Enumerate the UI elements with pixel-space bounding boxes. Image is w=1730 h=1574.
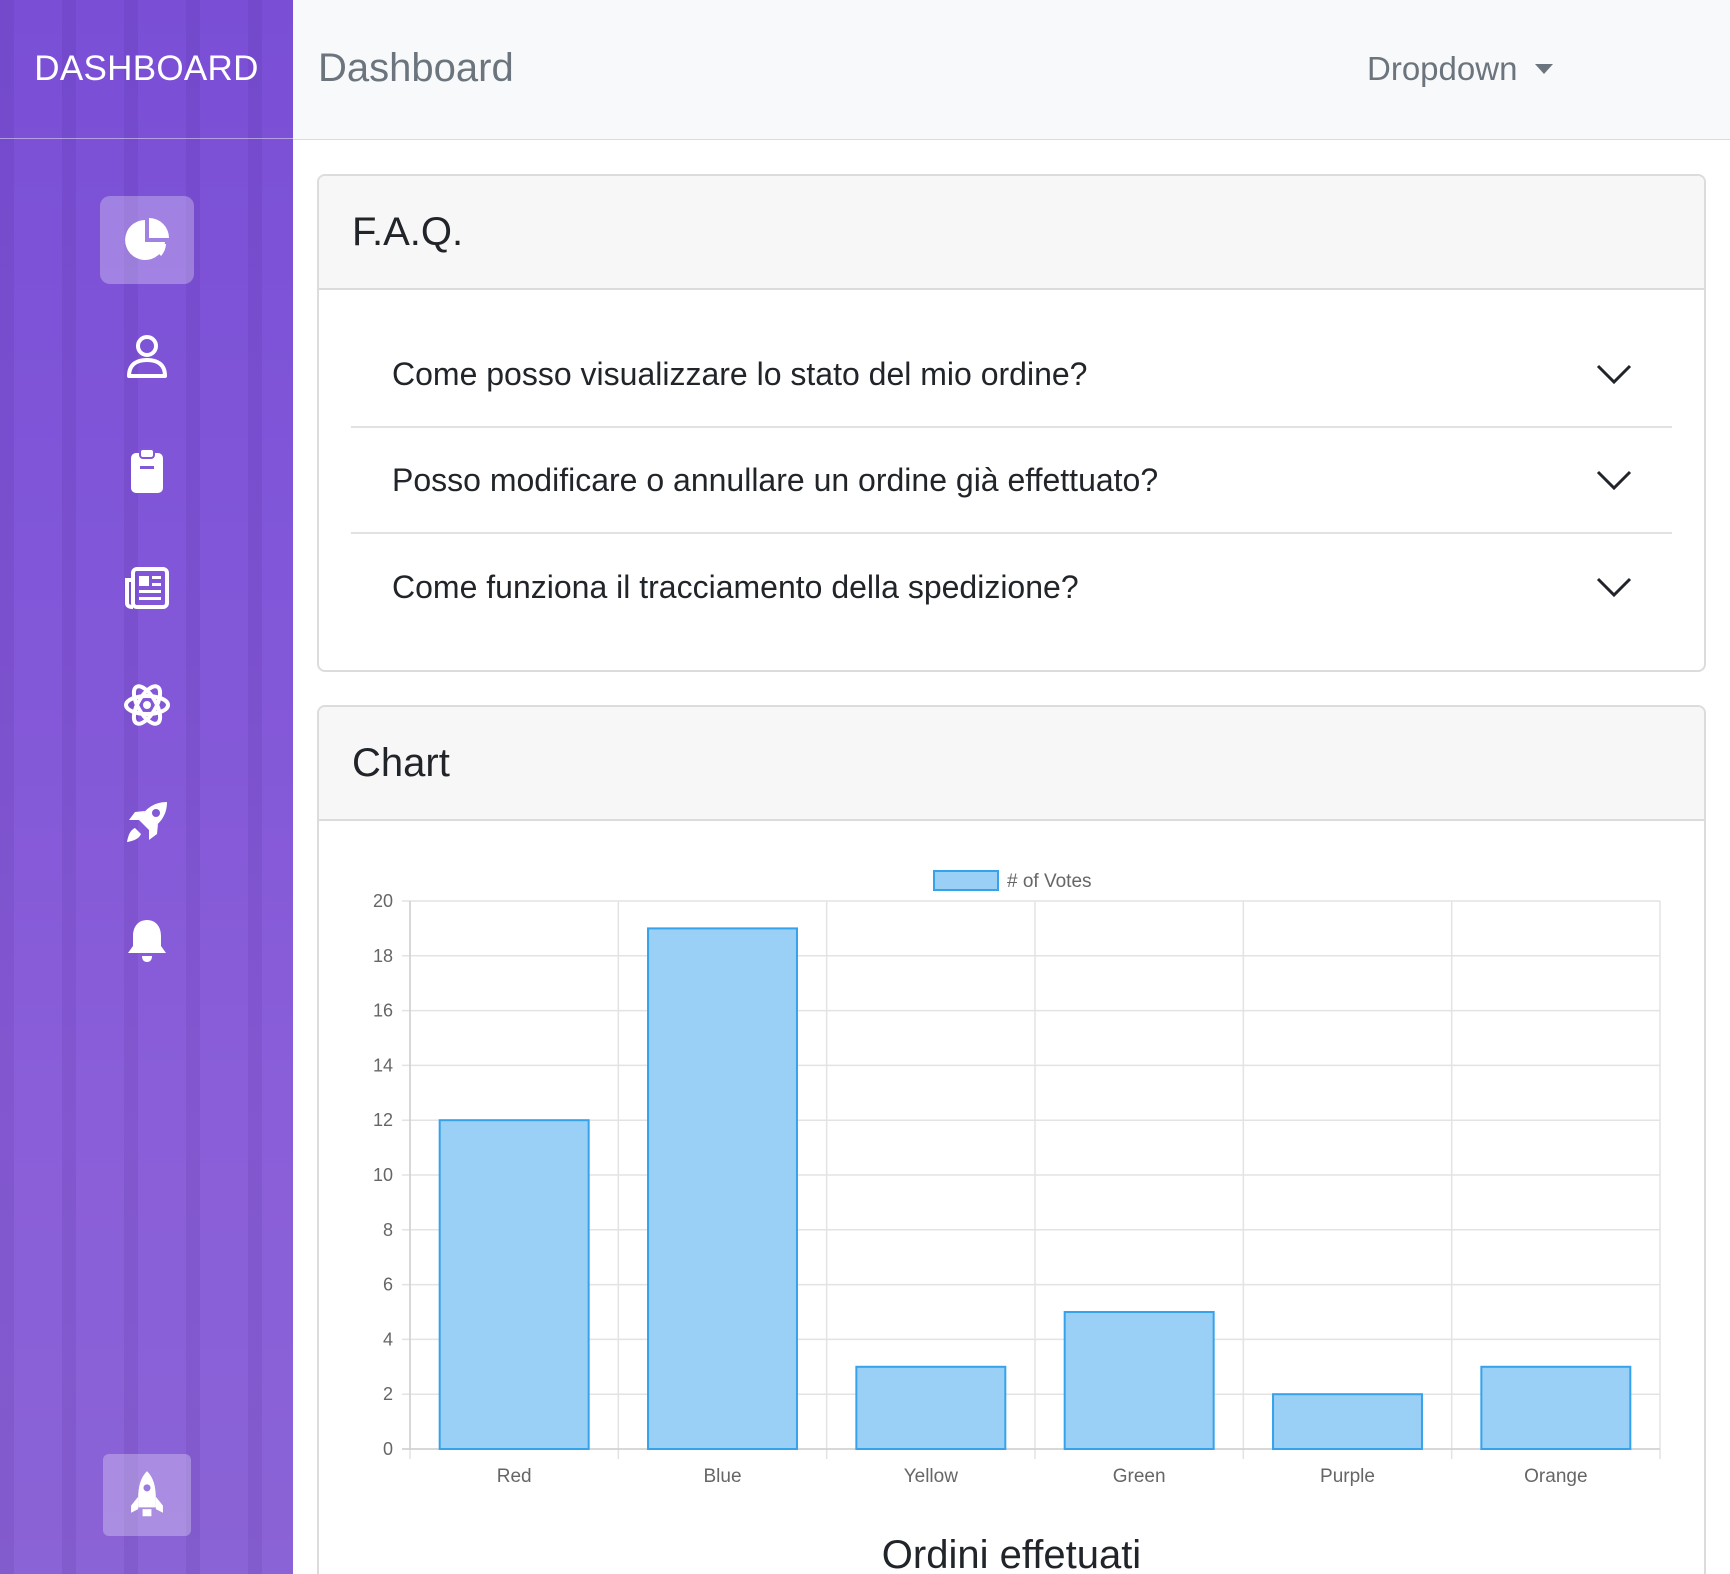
y-tick-label: 18	[373, 946, 393, 966]
faq-item[interactable]: Come posso visualizzare lo stato del mio…	[351, 322, 1672, 428]
y-tick-label: 16	[373, 1001, 393, 1021]
chart-body: 0 2 4 6 8 10 12 14 16 18 20 Red Blue Yellow Green Purpl…	[319, 821, 1704, 1574]
top-navbar: Dashboard Dropdown	[293, 0, 1730, 140]
sidebar-item-news[interactable]	[100, 544, 194, 632]
y-tick-label: 2	[383, 1384, 393, 1404]
newspaper-icon	[125, 567, 169, 609]
faq-question: Come funziona il tracciamento della sped…	[392, 568, 1079, 605]
chevron-down-icon	[1596, 577, 1632, 598]
rocket-launch-icon	[131, 1471, 163, 1517]
x-tick-label: Yellow	[904, 1466, 959, 1487]
faq-question: Posso modificare o annullare un ordine g…	[392, 461, 1159, 498]
x-tick-label: Green	[1113, 1466, 1166, 1487]
bar	[438, 1119, 590, 1450]
y-tick-label: 4	[383, 1329, 393, 1349]
bar	[1480, 1365, 1632, 1450]
caret-down-icon	[1535, 64, 1554, 74]
faq-item[interactable]: Posso modificare o annullare un ordine g…	[351, 428, 1672, 534]
sidebar-item-orders[interactable]	[100, 427, 194, 515]
brand-logo[interactable]: DASHBOARD	[0, 0, 293, 139]
sidebar-item-dashboard[interactable]	[100, 196, 194, 284]
sidebar-item-science[interactable]	[100, 661, 194, 749]
rocket-icon	[127, 802, 167, 842]
sidebar-item-notifications[interactable]	[100, 896, 194, 984]
chart-card: Chart 0 2 4 6 8 10 12 14 16 18 20 Red Blue Yellow Gree…	[317, 705, 1706, 1574]
y-tick-label: 6	[383, 1275, 393, 1295]
x-tick-label: Blue	[703, 1466, 741, 1487]
sidebar: DASHBOARD	[0, 0, 293, 1574]
faq-accordion: Come posso visualizzare lo stato del mio…	[319, 322, 1704, 640]
bar	[1272, 1393, 1423, 1451]
faq-question: Come posso visualizzare lo stato del mio…	[392, 355, 1088, 392]
chart-card-title: Chart	[319, 707, 1704, 821]
page-title: Dashboard	[318, 46, 514, 90]
user-icon	[127, 335, 167, 378]
bell-icon	[128, 920, 166, 962]
y-tick-label: 0	[383, 1439, 393, 1459]
dropdown-toggle[interactable]: Dropdown	[1367, 50, 1554, 88]
y-tick-label: 14	[373, 1055, 393, 1075]
bar	[855, 1365, 1007, 1450]
chevron-down-icon	[1596, 470, 1632, 491]
sidebar-footer-button[interactable]	[103, 1454, 191, 1536]
legend-label: # of Votes	[1007, 871, 1092, 892]
faq-item[interactable]: Come funziona il tracciamento della sped…	[351, 534, 1672, 640]
bar	[647, 927, 798, 1450]
x-tick-label: Red	[497, 1466, 532, 1487]
faq-title: F.A.Q.	[319, 176, 1704, 290]
y-tick-label: 20	[373, 891, 393, 911]
y-tick-label: 12	[373, 1110, 393, 1130]
faq-card: F.A.Q. Come posso visualizzare lo stato …	[317, 174, 1706, 672]
y-tick-label: 10	[373, 1165, 393, 1185]
bar	[1063, 1311, 1215, 1450]
bar-chart: 0 2 4 6 8 10 12 14 16 18 20 Red Blue Yellow Green Purpl…	[373, 870, 1661, 1487]
chart-caption: Ordini effetuati	[881, 1533, 1142, 1574]
atom-icon	[124, 684, 170, 726]
y-tick-label: 8	[383, 1220, 393, 1240]
clipboard-icon	[131, 448, 163, 493]
dropdown-label: Dropdown	[1367, 50, 1518, 87]
chevron-down-icon	[1596, 364, 1632, 385]
pie-chart-icon	[125, 218, 169, 260]
legend-swatch	[933, 870, 999, 891]
sidebar-item-launch[interactable]	[100, 778, 194, 866]
x-tick-label: Purple	[1320, 1466, 1375, 1487]
sidebar-item-profile[interactable]	[100, 312, 194, 400]
x-tick-label: Orange	[1524, 1466, 1587, 1487]
